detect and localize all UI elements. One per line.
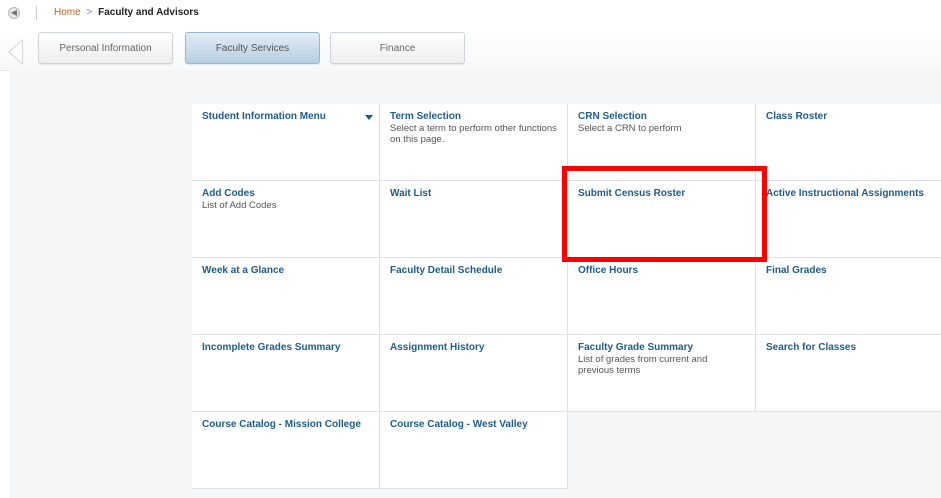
tile-office-hours[interactable]: Office Hours [568,258,756,335]
tile-description: List of grades from current and previous… [578,354,708,376]
tile-description: Select a CRN to perform [578,123,682,134]
tile-title: Week at a Glance [202,265,285,276]
tile-add-codes[interactable]: Add Codes List of Add Codes [192,181,380,258]
tile-title: Term Selection [390,111,461,122]
top-bar: ◀ Home > Faculty and Advisors [0,0,941,26]
tile-faculty-detail-schedule[interactable]: Faculty Detail Schedule [380,258,568,335]
breadcrumb-current: Faculty and Advisors [98,7,199,18]
tile-title: Search for Classes [766,342,857,353]
back-arrow-icon[interactable]: ◀ [8,7,20,19]
tile-wait-list[interactable]: Wait List [380,181,568,258]
tile-title: Assignment History [390,342,485,353]
tile-course-catalog-mission-college[interactable]: Course Catalog - Mission College [192,412,380,489]
tile-class-roster[interactable]: Class Roster [756,104,941,181]
tile-final-grades[interactable]: Final Grades [756,258,941,335]
tile-description: Select a term to perform other functions… [390,123,557,145]
menu-tile-grid: Student Information Menu Term Selection … [192,104,941,489]
tile-title: Class Roster [766,111,828,122]
tab-strip: Personal Information Faculty Services Fi… [0,30,941,71]
tile-title: Course Catalog - West Valley [390,419,528,430]
tile-incomplete-grades-summary[interactable]: Incomplete Grades Summary [192,335,380,412]
divider [36,6,37,20]
chevron-left-icon[interactable] [8,39,23,65]
tile-crn-selection[interactable]: CRN Selection Select a CRN to perform [568,104,756,181]
tile-title: Faculty Detail Schedule [390,265,503,276]
tile-title: Submit Census Roster [578,188,686,199]
tile-title: Final Grades [766,265,827,276]
breadcrumb: Home > Faculty and Advisors [54,7,199,18]
tile-assignment-history[interactable]: Assignment History [380,335,568,412]
tile-title: Add Codes [202,188,255,199]
tile-term-selection[interactable]: Term Selection Select a term to perform … [380,104,568,181]
tile-title: CRN Selection [578,111,647,122]
tile-faculty-grade-summary[interactable]: Faculty Grade Summary List of grades fro… [568,335,756,412]
tab-faculty-services[interactable]: Faculty Services [185,32,320,64]
caret-down-icon[interactable] [365,115,373,120]
tile-course-catalog-west-valley[interactable]: Course Catalog - West Valley [380,412,568,489]
tile-title: Incomplete Grades Summary [202,342,341,353]
tile-title: Course Catalog - Mission College [202,419,361,430]
tile-title: Office Hours [578,265,639,276]
tile-title: Active Instructional Assignments [766,188,924,199]
tile-week-at-a-glance[interactable]: Week at a Glance [192,258,380,335]
tile-title: Student Information Menu [202,111,326,122]
tile-student-information-menu[interactable]: Student Information Menu [192,104,380,181]
breadcrumb-home-link[interactable]: Home [54,7,81,18]
tab-finance[interactable]: Finance [330,32,465,64]
tile-active-instructional-assignments[interactable]: Active Instructional Assignments [756,181,941,258]
tile-title: Wait List [390,188,432,199]
tab-personal-information[interactable]: Personal Information [38,32,173,64]
tile-search-for-classes[interactable]: Search for Classes [756,335,941,412]
tile-submit-census-roster[interactable]: Submit Census Roster [568,181,756,258]
tile-description: List of Add Codes [202,200,277,211]
tile-title: Faculty Grade Summary [578,342,694,353]
breadcrumb-separator: > [86,7,93,18]
